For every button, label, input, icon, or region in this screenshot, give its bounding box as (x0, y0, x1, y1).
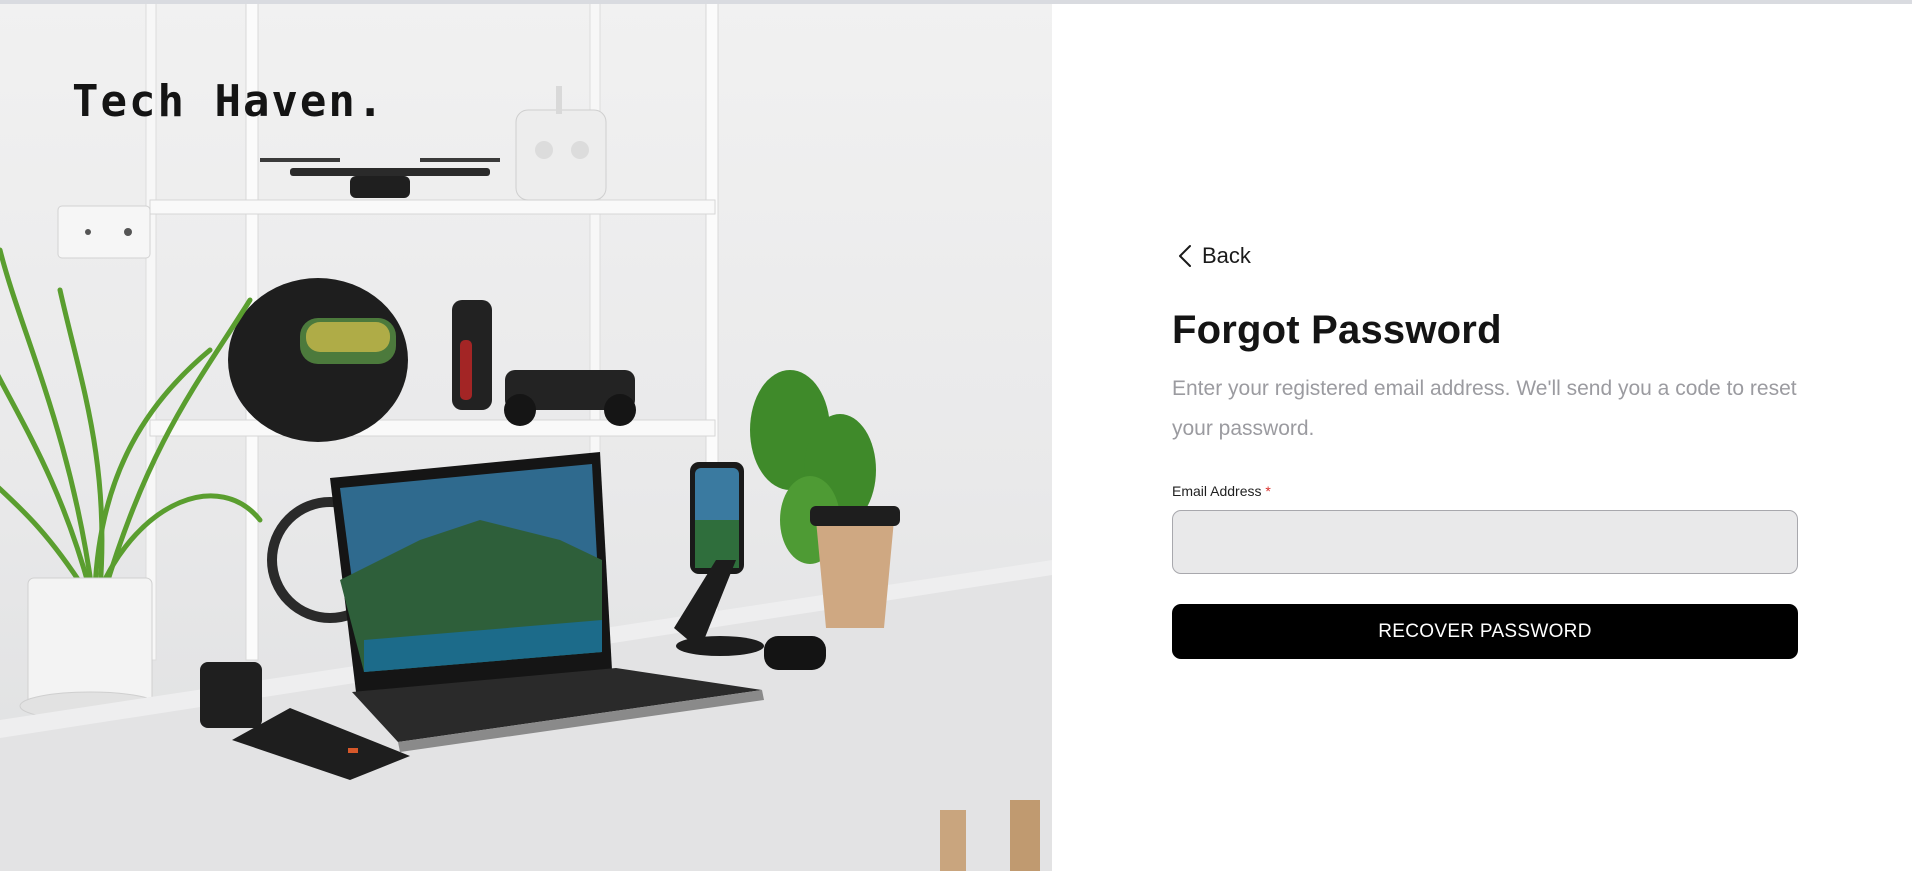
form-panel: Back Forgot Password Enter your register… (1052, 0, 1912, 871)
top-border-strip (0, 0, 1912, 4)
desk-scene-illustration (0, 0, 1052, 871)
back-link[interactable]: Back (1178, 238, 1251, 274)
hero-image-panel: Tech Haven. (0, 0, 1052, 871)
email-input[interactable] (1172, 510, 1798, 574)
page-subtitle: Enter your registered email address. We'… (1172, 377, 1797, 440)
chevron-left-icon (1178, 244, 1192, 268)
page-title: Forgot Password (1172, 308, 1502, 352)
brand-logo: Tech Haven. (72, 76, 386, 127)
recover-password-button[interactable]: RECOVER PASSWORD (1172, 604, 1798, 659)
email-label-text: Email Address (1172, 483, 1262, 499)
required-asterisk: * (1265, 483, 1271, 499)
email-label: Email Address * (1172, 483, 1798, 499)
forgot-password-form: Back Forgot Password Enter your register… (1172, 238, 1798, 659)
back-label: Back (1202, 243, 1251, 268)
forgot-password-page: Tech Haven. Back Forgot Password Enter y… (0, 0, 1912, 871)
